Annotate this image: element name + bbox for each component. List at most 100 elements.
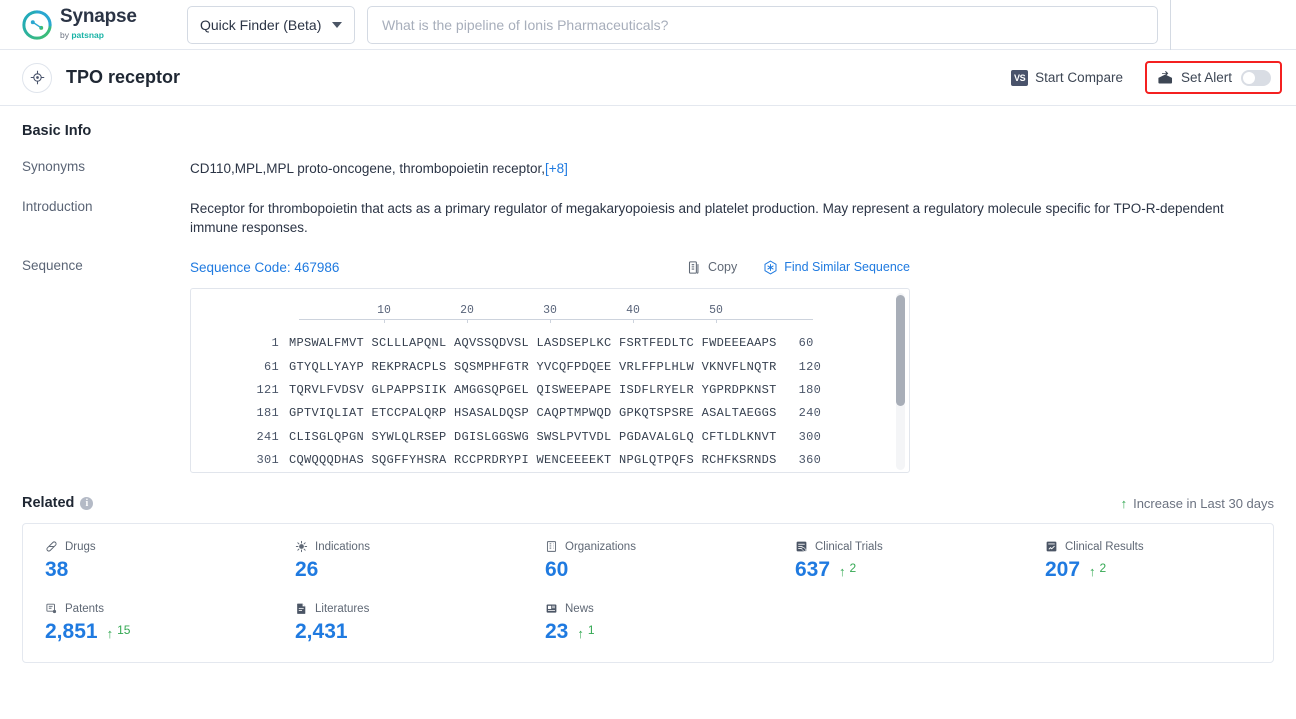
stat-delta-number: 1 xyxy=(587,623,595,638)
stat-number: 207 xyxy=(1045,558,1081,582)
stat-literatures[interactable]: Literatures 2,431 xyxy=(273,602,523,644)
stat-label-text: Indications xyxy=(315,540,370,553)
pill-icon xyxy=(45,540,58,553)
set-alert-label: Set Alert xyxy=(1180,70,1232,85)
sequence-viewer[interactable]: 10 20 30 40 50 1 MPSWALFMVT SCLLLAPQNL A… xyxy=(190,288,910,474)
stat-label-text: Clinical Results xyxy=(1065,540,1144,553)
related-stats-grid-row-2: Patents 2,851 ↑ 15 Literatures 2,431 New… xyxy=(23,602,1273,644)
sequence-scrollbar[interactable] xyxy=(896,293,905,471)
related-title: Related xyxy=(22,495,75,512)
ruler-tick-10: 10 xyxy=(377,304,391,318)
stat-patents[interactable]: Patents 2,851 ↑ 15 xyxy=(23,602,273,644)
related-stats-grid-row-1: Drugs 38 Indications 26 Organizations 60… xyxy=(23,540,1273,582)
start-compare-button[interactable]: VS Start Compare xyxy=(1011,69,1123,86)
ruler-numbers: 10 20 30 40 50 xyxy=(299,303,829,317)
introduction-row: Introduction Receptor for thrombopoietin… xyxy=(22,199,1274,238)
introduction-label: Introduction xyxy=(22,198,93,214)
chevron-down-icon xyxy=(332,21,342,28)
related-stats-card: Drugs 38 Indications 26 Organizations 60… xyxy=(22,523,1274,664)
increase-arrow-icon: ↑ xyxy=(1120,495,1128,511)
stat-news[interactable]: News 23 ↑ 1 xyxy=(523,602,773,644)
increase-arrow-icon: ↑ xyxy=(839,564,846,580)
copy-button[interactable]: Copy xyxy=(687,258,737,276)
stat-empty-2 xyxy=(1023,602,1273,644)
ruler-tick-20: 20 xyxy=(460,304,474,318)
stat-value[interactable]: 60 xyxy=(545,558,773,582)
sequence-line-end: 60 xyxy=(798,336,814,351)
ruler-mark-40 xyxy=(633,319,634,324)
set-alert-toggle[interactable] xyxy=(1241,69,1271,86)
stat-drugs[interactable]: Drugs 38 xyxy=(23,540,273,582)
sequence-tools: Copy Find Similar Sequence xyxy=(687,258,910,276)
sequence-line-start: 181 xyxy=(256,406,279,421)
stat-label-text: News xyxy=(565,602,594,615)
sequence-line-residues: MPSWALFMVT SCLLLAPQNL AQVSSQDVSL LASDSEP… xyxy=(289,336,777,351)
sequence-line-residues: CLISGLQPGN SYWLQLRSEP DGISLGGSWG SWSLPVT… xyxy=(289,429,777,444)
copy-label: Copy xyxy=(708,260,738,275)
stat-value[interactable]: 637 ↑ 2 xyxy=(795,558,1023,582)
logo-brand-text: patsnap xyxy=(71,30,104,40)
basic-info-title: Basic Info xyxy=(22,123,92,139)
synonyms-more-link[interactable]: [+8] xyxy=(545,161,568,176)
sequence-line-residues: GPTVIQLIAT ETCCPALQRP HSASALDQSP CAQPTMP… xyxy=(289,406,777,421)
sequence-row: Sequence Sequence Code: 467986 Copy Find… xyxy=(22,258,1274,474)
stat-value[interactable]: 2,851 ↑ 15 xyxy=(45,620,273,644)
stat-label-text: Drugs xyxy=(65,540,96,553)
stat-value[interactable]: 38 xyxy=(45,558,273,582)
ruler-mark-20 xyxy=(467,319,468,324)
stat-number: 26 xyxy=(295,558,319,582)
sequence-line: 1 MPSWALFMVT SCLLLAPQNL AQVSSQDVSL LASDS… xyxy=(191,335,909,352)
page-title: TPO receptor xyxy=(66,67,181,87)
stat-label: Patents xyxy=(45,602,273,615)
synonyms-row: Synonyms CD110,MPL,MPL proto-oncogene, t… xyxy=(22,159,1274,179)
start-compare-label: Start Compare xyxy=(1035,70,1123,85)
sequence-scrollbar-thumb[interactable] xyxy=(896,295,905,407)
stat-clinical-trials[interactable]: Clinical Trials 637 ↑ 2 xyxy=(773,540,1023,582)
find-similar-icon xyxy=(763,260,778,275)
stat-value[interactable]: 207 ↑ 2 xyxy=(1045,558,1273,582)
sequence-value: Sequence Code: 467986 Copy Find Similar … xyxy=(190,258,910,474)
stat-label: Indications xyxy=(295,540,523,553)
search-input[interactable]: What is the pipeline of Ionis Pharmaceut… xyxy=(367,5,1158,44)
stat-label: News xyxy=(545,602,773,615)
find-similar-sequence-button[interactable]: Find Similar Sequence xyxy=(763,258,910,276)
ruler-tick-30: 30 xyxy=(543,304,557,318)
related-legend-label: Increase in Last 30 days xyxy=(1133,495,1274,511)
logo-wordmark: Synapse xyxy=(60,6,137,27)
alert-bell-icon xyxy=(1157,69,1174,86)
set-alert-button[interactable]: Set Alert xyxy=(1157,69,1232,86)
sequence-ruler: 10 20 30 40 50 xyxy=(299,303,829,329)
clinical-result-icon xyxy=(1045,540,1058,553)
info-icon[interactable]: i xyxy=(80,496,94,510)
sequence-line-end: 240 xyxy=(798,406,822,421)
stat-indications[interactable]: Indications 26 xyxy=(273,540,523,582)
stat-organizations[interactable]: Organizations 60 xyxy=(523,540,773,582)
ruler-mark-10 xyxy=(384,319,385,324)
stat-empty-1 xyxy=(773,602,1023,644)
increase-arrow-icon: ↑ xyxy=(1089,564,1096,580)
stat-value[interactable]: 23 ↑ 1 xyxy=(545,620,773,644)
synonyms-text: CD110,MPL,MPL proto-oncogene, thrombopoi… xyxy=(190,161,545,176)
stat-value[interactable]: 26 xyxy=(295,558,523,582)
sequence-line: 301 CQWQQQDHAS SQGFFYHSRA RCCPRDRYPI WEN… xyxy=(191,452,909,469)
virus-icon xyxy=(295,540,308,553)
stat-label: Clinical Trials xyxy=(795,540,1023,553)
stat-label: Clinical Results xyxy=(1045,540,1273,553)
stat-number: 2,851 xyxy=(45,620,98,644)
related-legend: ↑ Increase in Last 30 days xyxy=(1121,496,1274,511)
sequence-line-residues: GTYQLLYAYP REKPRACPLS SQSMPHFGTR YVCQFPD… xyxy=(289,359,777,374)
sequence-line: 61 GTYQLLYAYP REKPRACPLS SQSMPHFGTR YVCQ… xyxy=(191,359,909,376)
sequence-line-start: 241 xyxy=(256,429,279,444)
increase-arrow-icon: ↑ xyxy=(106,626,114,642)
ruler-tick-40: 40 xyxy=(626,304,640,318)
stat-label: Organizations xyxy=(545,540,773,553)
ruler-mark-50 xyxy=(716,319,717,324)
news-icon xyxy=(545,602,558,615)
quick-finder-dropdown[interactable]: Quick Finder (Beta) xyxy=(187,5,355,44)
stat-clinical-results[interactable]: Clinical Results 207 ↑ 2 xyxy=(1023,540,1273,582)
sequence-code-link[interactable]: Sequence Code: 467986 xyxy=(190,258,339,278)
stat-label-text: Literatures xyxy=(315,602,370,615)
app-logo[interactable]: Synapse by patsnap xyxy=(22,7,142,42)
stat-value[interactable]: 2,431 xyxy=(295,620,523,644)
sequence-line: 181 GPTVIQLIAT ETCCPALQRP HSASALDQSP CAQ… xyxy=(191,405,909,422)
